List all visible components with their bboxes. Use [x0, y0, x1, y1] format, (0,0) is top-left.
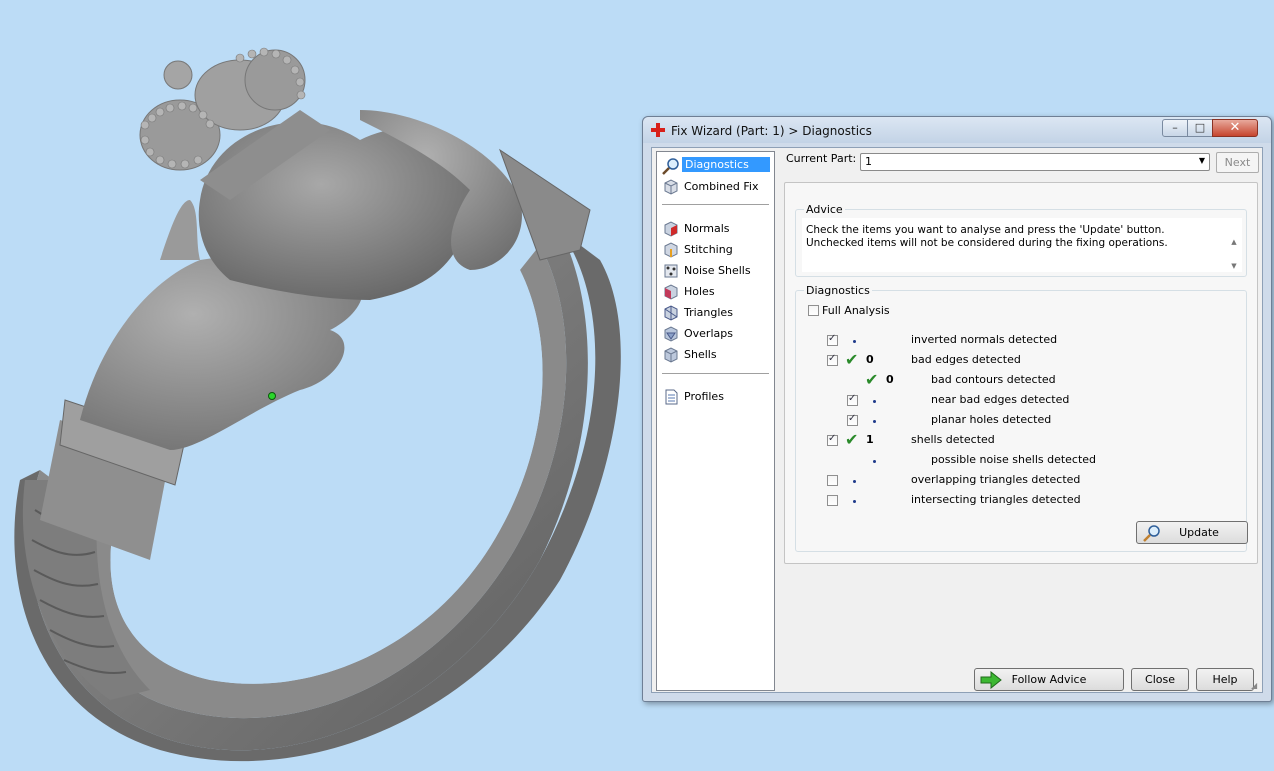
title-bar[interactable]: Fix Wizard (Part: 1) > Diagnostics – □ ✕ — [643, 117, 1271, 143]
advice-group-title: Advice — [804, 203, 845, 216]
bad-edges-label: bad edges detected — [911, 353, 1021, 366]
inverted-normals-label: inverted normals detected — [911, 333, 1058, 346]
diagnostics-page: Advice Check the items you want to analy… — [784, 182, 1258, 564]
nav-item-label: Shells — [684, 348, 717, 361]
planar-holes-label: planar holes detected — [931, 413, 1052, 426]
holes-cube-icon — [664, 284, 678, 300]
full-analysis-label: Full Analysis — [822, 304, 890, 317]
green-check-icon: ✔ — [845, 350, 859, 369]
green-arrow-icon — [980, 671, 1002, 689]
overlapping-triangles-label: overlapping triangles detected — [911, 473, 1081, 486]
status-bullet — [853, 480, 856, 483]
dialog-client-area: Diagnostics Combined Fix Normals Stitchi… — [651, 147, 1263, 693]
shells-count: 1 — [866, 433, 874, 446]
nav-item-profiles[interactable]: Profiles — [662, 387, 772, 407]
nav-separator — [662, 373, 769, 374]
overlapping-triangles-checkbox[interactable] — [827, 475, 838, 486]
green-check-icon: ✔ — [865, 370, 879, 389]
advice-scrollbar[interactable]: ▲ ▼ — [1228, 230, 1240, 278]
bad-contours-count: 0 — [886, 373, 894, 386]
pivot-marker-icon — [268, 392, 276, 400]
follow-advice-label: Follow Advice — [1011, 673, 1087, 686]
status-bullet — [873, 460, 876, 463]
resize-grip-icon[interactable]: ◢ — [1251, 681, 1261, 691]
maximize-button[interactable]: □ — [1187, 119, 1213, 137]
diagnostics-group-title: Diagnostics — [804, 284, 872, 297]
green-check-icon: ✔ — [845, 430, 859, 449]
cube-icon — [664, 179, 678, 195]
nav-item-holes[interactable]: Holes — [662, 282, 772, 302]
inverted-normals-checkbox[interactable] — [827, 333, 838, 346]
ring-model[interactable] — [0, 0, 640, 768]
close-window-button[interactable]: ✕ — [1212, 119, 1258, 137]
red-cross-icon — [651, 123, 665, 137]
wizard-nav-panel: Diagnostics Combined Fix Normals Stitchi… — [656, 151, 775, 691]
nav-item-label: Holes — [684, 285, 715, 298]
chevron-down-icon: ▼ — [1198, 156, 1205, 165]
nav-item-noise-shells[interactable]: Noise Shells — [662, 261, 772, 281]
shells-checkbox[interactable] — [827, 433, 838, 446]
nav-item-stitching[interactable]: Stitching — [662, 240, 772, 260]
nav-item-shells[interactable]: Shells — [662, 345, 772, 365]
status-bullet — [853, 340, 856, 343]
nav-item-overlaps[interactable]: Overlaps — [662, 324, 772, 344]
next-button[interactable]: Next — [1216, 152, 1259, 173]
advice-text: Check the items you want to analyse and … — [806, 224, 1224, 250]
near-bad-edges-checkbox[interactable] — [847, 393, 858, 406]
shells-cube-icon — [664, 347, 678, 363]
nav-item-label: Combined Fix — [684, 180, 759, 193]
nav-item-label: Profiles — [684, 390, 724, 403]
nav-item-combined-fix[interactable]: Combined Fix — [662, 177, 772, 197]
diagnostics-group: Diagnostics Full Analysis inverted norma… — [795, 284, 1248, 552]
planar-holes-checkbox[interactable] — [847, 413, 858, 426]
near-bad-edges-label: near bad edges detected — [931, 393, 1070, 406]
current-part-value: 1 — [865, 155, 872, 168]
magnifier-icon — [662, 158, 679, 175]
noise-shells-icon — [664, 264, 678, 278]
nav-item-label: Stitching — [684, 243, 733, 256]
status-bullet — [873, 420, 876, 423]
current-part-label: Current Part: — [786, 152, 857, 165]
nav-item-diagnostics[interactable]: Diagnostics — [662, 156, 772, 176]
nav-item-label: Normals — [684, 222, 730, 235]
full-analysis-checkbox[interactable] — [808, 305, 819, 316]
update-button-label: Update — [1179, 526, 1219, 539]
nav-item-triangles[interactable]: Triangles — [662, 303, 772, 323]
advice-group: Advice Check the items you want to analy… — [795, 203, 1247, 277]
fix-wizard-dialog: Fix Wizard (Part: 1) > Diagnostics – □ ✕… — [642, 116, 1272, 702]
window-title: Fix Wizard (Part: 1) > Diagnostics — [671, 124, 872, 138]
update-button[interactable]: Update — [1136, 521, 1248, 544]
nav-item-label: Triangles — [684, 306, 733, 319]
bad-contours-label: bad contours detected — [931, 373, 1056, 386]
current-part-select[interactable]: 1 ▼ — [860, 153, 1210, 171]
noise-shells-label: possible noise shells detected — [931, 453, 1097, 466]
status-bullet — [853, 500, 856, 503]
close-button[interactable]: Close — [1131, 668, 1189, 691]
3d-viewport[interactable] — [0, 0, 640, 768]
status-bullet — [873, 400, 876, 403]
nav-item-label: Noise Shells — [684, 264, 751, 277]
normals-cube-icon — [664, 221, 678, 237]
minimize-button[interactable]: – — [1162, 119, 1188, 137]
overlaps-cube-icon — [664, 326, 678, 342]
nav-item-normals[interactable]: Normals — [662, 219, 772, 239]
help-button[interactable]: Help — [1196, 668, 1254, 691]
document-icon — [665, 389, 678, 405]
triangles-cube-icon — [664, 305, 678, 321]
intersecting-triangles-checkbox[interactable] — [827, 495, 838, 506]
shells-label: shells detected — [911, 433, 995, 446]
nav-item-label: Diagnostics — [682, 157, 770, 172]
bad-edges-count: 0 — [866, 353, 874, 366]
intersecting-triangles-label: intersecting triangles detected — [911, 493, 1081, 506]
nav-separator — [662, 204, 769, 205]
advice-textbox[interactable]: Check the items you want to analyse and … — [802, 218, 1242, 272]
stitching-cube-icon — [664, 242, 678, 258]
nav-item-label: Overlaps — [684, 327, 733, 340]
magnifier-icon — [1143, 525, 1160, 542]
follow-advice-button[interactable]: Follow Advice — [974, 668, 1124, 691]
bad-edges-checkbox[interactable] — [827, 353, 838, 366]
